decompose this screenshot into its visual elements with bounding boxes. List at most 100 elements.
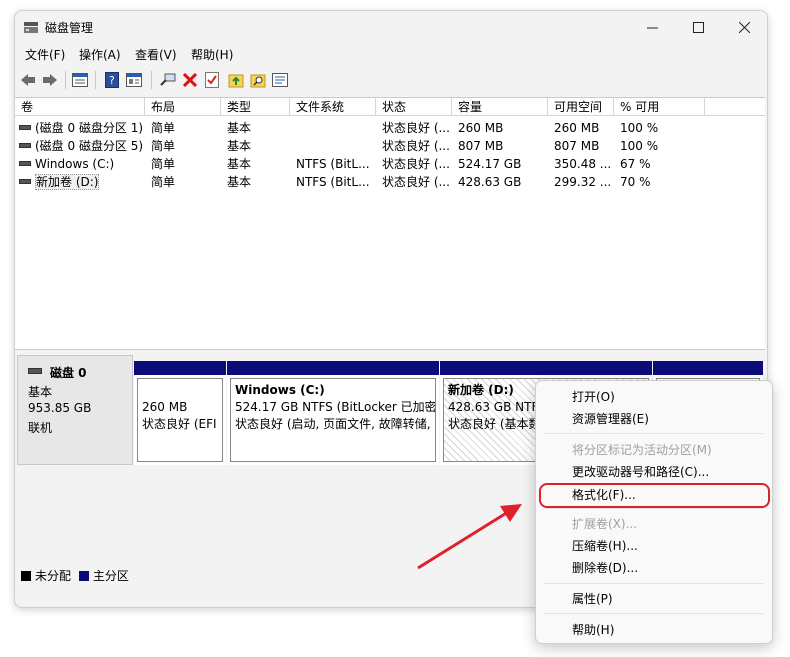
menu-item-shrink-volume[interactable]: 压缩卷(H)... xyxy=(572,536,638,556)
maximize-icon xyxy=(692,21,704,33)
cell-type: 基本 xyxy=(227,175,252,189)
maximize-button[interactable] xyxy=(675,11,721,43)
partition-windows-c[interactable]: Windows (C:) 524.17 GB NTFS (BitLocker 已… xyxy=(227,361,439,465)
toolbar: ? xyxy=(15,67,767,93)
menu-separator xyxy=(544,583,764,584)
forward-arrow-icon xyxy=(43,74,57,86)
menu-item-change-drive-letter[interactable]: 更改驱动器号和路径(C)... xyxy=(572,462,709,482)
settings-list-button[interactable] xyxy=(271,71,289,89)
volume-icon xyxy=(19,161,31,166)
legend-primary: 主分区 xyxy=(92,569,129,583)
delete-x-icon xyxy=(183,73,197,87)
connect-button[interactable] xyxy=(159,71,177,89)
settings-list-icon xyxy=(272,73,288,87)
menu-action[interactable]: 操作(A) xyxy=(79,46,121,63)
menu-item-extend-volume[interactable]: 扩展卷(X)... xyxy=(572,514,637,534)
table-row-selected[interactable]: 新加卷 (D:) 简单 基本 NTFS (BitL... 状态良好 (... 4… xyxy=(15,173,765,191)
disk-type: 基本 xyxy=(28,385,53,399)
minimize-button[interactable] xyxy=(629,11,675,43)
table-row[interactable]: (磁盘 0 磁盘分区 1) 简单 基本 状态良好 (... 260 MB 260… xyxy=(15,119,765,137)
partition-status: 状态良好 (启动, 页面文件, 故障转储, 主 xyxy=(235,417,436,431)
menu-item-explorer[interactable]: 资源管理器(E) xyxy=(572,409,649,429)
disk-icon xyxy=(28,368,42,374)
menu-view[interactable]: 查看(V) xyxy=(135,46,177,63)
cell-filesystem xyxy=(296,137,376,155)
menu-bar: 文件(F) 操作(A) 查看(V) 帮助(H) xyxy=(15,43,767,65)
window-title: 磁盘管理 xyxy=(45,21,94,35)
column-header-filler xyxy=(705,98,765,116)
table-row[interactable]: (磁盘 0 磁盘分区 5) 简单 基本 状态良好 (... 807 MB 807… xyxy=(15,137,765,155)
partition-title: Windows (C:) xyxy=(235,383,325,397)
cell-type: 基本 xyxy=(227,157,252,171)
cell-free-space: 260 MB xyxy=(554,121,600,135)
show-hide-tree-button[interactable] xyxy=(71,71,89,89)
cell-filesystem xyxy=(296,119,376,137)
cell-percent-free: 100 % xyxy=(620,121,659,135)
toolbar-separator xyxy=(151,71,152,89)
menu-item-mark-active[interactable]: 将分区标记为活动分区(M) xyxy=(572,440,712,460)
column-header-free-space[interactable]: 可用空间 xyxy=(548,98,614,116)
table-row[interactable]: Windows (C:) 简单 基本 NTFS (BitL... 状态良好 (.… xyxy=(15,155,765,173)
title-bar[interactable]: 磁盘管理 xyxy=(15,11,767,43)
column-header-filesystem[interactable]: 文件系统 xyxy=(290,98,376,116)
disk-size: 953.85 GB xyxy=(28,401,92,415)
partition-efi[interactable]: 260 MB 状态良好 (EFI xyxy=(134,361,226,465)
cell-volume-text: 新加卷 (D:) xyxy=(35,174,100,190)
menu-item-open[interactable]: 打开(O) xyxy=(572,387,615,407)
column-header-status[interactable]: 状态 xyxy=(376,98,452,116)
menu-help[interactable]: 帮助(H) xyxy=(191,46,233,63)
menu-item-properties[interactable]: 属性(P) xyxy=(572,589,613,609)
cell-free-space: 350.48 ... xyxy=(554,157,612,171)
view-button[interactable] xyxy=(125,71,143,89)
svg-text:?: ? xyxy=(109,74,115,87)
annotation-arrow xyxy=(417,504,522,570)
search-folder-button[interactable] xyxy=(249,71,267,89)
close-icon xyxy=(738,21,750,33)
cell-status: 状态良好 (... xyxy=(382,157,450,171)
menu-file[interactable]: 文件(F) xyxy=(25,46,65,63)
volume-icon xyxy=(19,125,31,130)
menu-item-delete-volume[interactable]: 删除卷(D)... xyxy=(572,558,638,578)
partition-size: 260 MB xyxy=(142,400,188,414)
menu-separator xyxy=(544,613,764,614)
cell-percent-free: 100 % xyxy=(620,139,659,153)
context-menu: 打开(O) 资源管理器(E) 将分区标记为活动分区(M) 更改驱动器号和路径(C… xyxy=(535,380,773,644)
connect-icon xyxy=(160,73,176,86)
cell-layout: 简单 xyxy=(151,139,176,153)
primary-swatch xyxy=(78,570,89,581)
column-header-volume[interactable]: 卷 xyxy=(15,98,145,116)
properties-list-icon xyxy=(72,73,88,87)
disk-0-label[interactable]: 磁盘 0 基本 953.85 GB 联机 xyxy=(17,355,133,465)
back-arrow-icon xyxy=(21,74,35,86)
partition-size: 524.17 GB NTFS (BitLocker 已加密) xyxy=(235,400,436,414)
cell-volume: 新加卷 (D:) xyxy=(35,173,145,191)
cell-status: 状态良好 (... xyxy=(382,121,450,135)
partition-title xyxy=(142,381,218,399)
column-header-layout[interactable]: 布局 xyxy=(145,98,221,116)
back-button[interactable] xyxy=(19,71,37,89)
legend-unallocated: 未分配 xyxy=(35,569,72,583)
check-button[interactable] xyxy=(203,71,221,89)
cell-capacity: 260 MB xyxy=(458,121,504,135)
help-icon: ? xyxy=(105,72,119,88)
cell-free-space: 807 MB xyxy=(554,139,600,153)
folder-up-button[interactable] xyxy=(227,71,245,89)
column-header-percent-free[interactable]: % 可用 xyxy=(614,98,705,116)
close-button[interactable] xyxy=(721,11,767,43)
delete-button[interactable] xyxy=(181,71,199,89)
minimize-icon xyxy=(646,27,658,28)
forward-button[interactable] xyxy=(41,71,59,89)
cell-percent-free: 67 % xyxy=(620,157,651,171)
column-header-capacity[interactable]: 容量 xyxy=(452,98,548,116)
cell-volume: (磁盘 0 磁盘分区 5) xyxy=(35,139,144,153)
cell-filesystem: NTFS (BitL... xyxy=(296,157,370,171)
help-button[interactable]: ? xyxy=(103,71,121,89)
partition-status: 状态良好 (EFI xyxy=(142,417,217,431)
menu-item-help[interactable]: 帮助(H) xyxy=(572,620,614,640)
column-header-type[interactable]: 类型 xyxy=(221,98,290,116)
cell-volume: (磁盘 0 磁盘分区 1) xyxy=(35,121,144,135)
cell-type: 基本 xyxy=(227,121,252,135)
menu-separator xyxy=(544,433,764,434)
partition-efi-body: 260 MB 状态良好 (EFI xyxy=(137,378,223,462)
cell-volume: Windows (C:) xyxy=(35,157,115,171)
